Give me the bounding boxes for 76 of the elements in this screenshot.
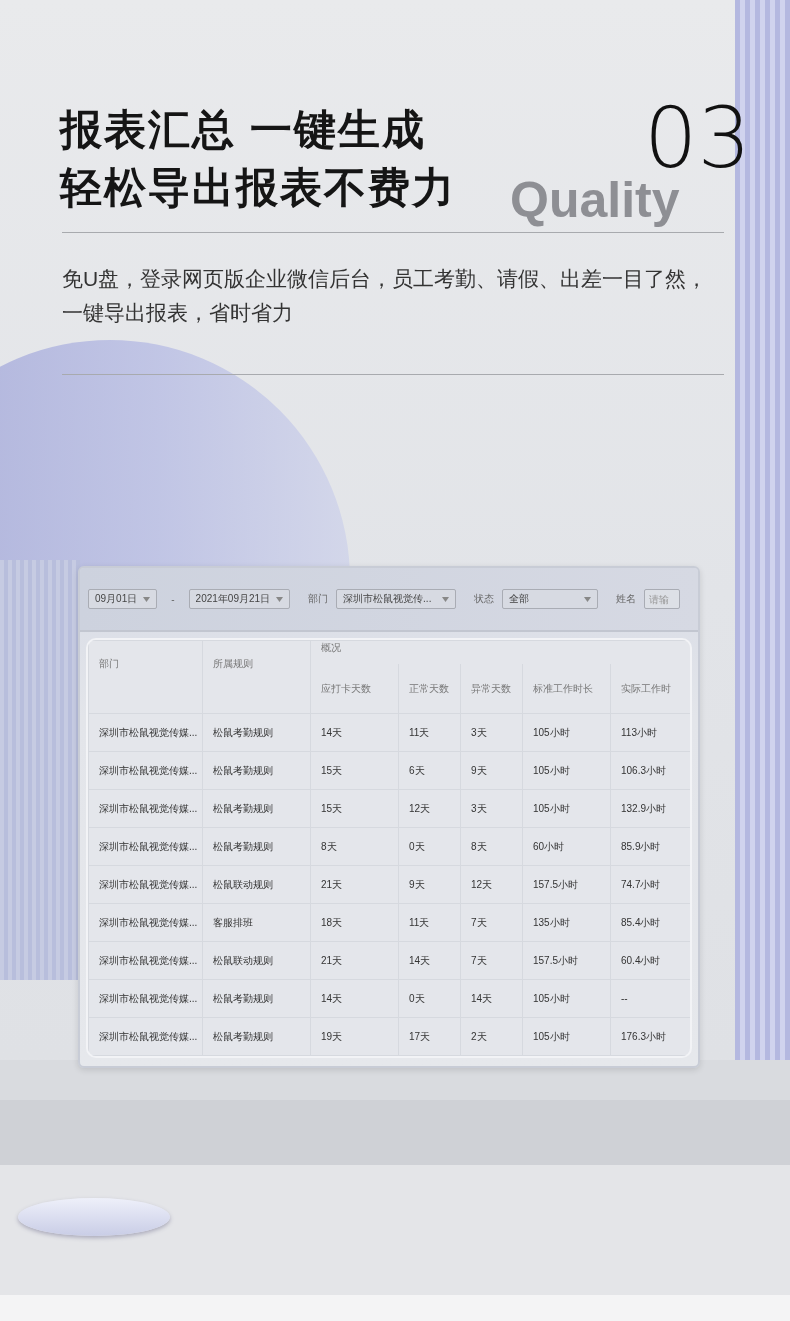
table-cell: 105小时 [522,979,611,1018]
table-cell: 松鼠考勤规则 [202,789,311,828]
table-cell: 深圳市松鼠视觉传媒... [88,751,203,790]
table-cell: 105小时 [522,1017,611,1056]
table-cell: 11天 [398,903,461,942]
column-header: 应打卡天数 [310,664,399,714]
table-cell: 21天 [310,865,399,904]
table-cell: 深圳市松鼠视觉传媒... [88,979,203,1018]
table-cell: 19天 [310,1017,399,1056]
table-cell: 3天 [460,789,523,828]
dropdown[interactable]: 2021年09月21日 [188,589,291,609]
table-cell: 105小时 [522,713,611,752]
table-cell: 135小时 [522,903,611,942]
dropdown[interactable]: 全部 [502,589,599,609]
table-cell: 8天 [460,827,523,866]
table-cell: 深圳市松鼠视觉传媒... [88,827,203,866]
table-cell: 15天 [310,789,399,828]
headline: 轻松导出报表不费力 [60,163,456,213]
table-cell: 0天 [398,827,461,866]
table-cell: 深圳市松鼠视觉传媒... [88,865,203,904]
table-cell: 18天 [310,903,399,942]
column-header: 异常天数 [460,664,523,714]
table-cell: 14天 [398,941,461,980]
dropdown[interactable]: 09月01日 [88,589,158,609]
caret-icon [143,596,151,602]
table-cell: 9天 [460,751,523,790]
date-separator: - [171,593,175,605]
table-cell: 7天 [460,903,523,942]
column-header: 所属规则 [202,640,311,714]
filter-label: 姓名 [616,592,637,606]
table-cell: 14天 [310,979,399,1018]
dropdown[interactable]: 深圳市松鼠视觉传... [336,589,457,609]
filter-label: 状态 [474,592,495,606]
name-field[interactable]: 请输 [644,589,681,609]
table-cell: 105小时 [522,789,611,828]
column-header: 标准工作时长 [522,664,611,714]
table-cell: 松鼠考勤规则 [202,713,311,752]
table-cell: 松鼠考勤规则 [202,751,311,790]
table-cell: 157.5小时 [522,865,611,904]
caret-icon [276,596,284,602]
table-cell: 21天 [310,941,399,980]
caret-icon [584,596,592,602]
table-cell: 2天 [460,1017,523,1056]
column-header: 部门 [88,640,203,714]
table-cell: 15天 [310,751,399,790]
headline: 报表汇总 一键生成 [60,105,427,155]
table-cell: 12天 [398,789,461,828]
caret-icon [442,596,450,602]
table-cell: 松鼠考勤规则 [202,827,311,866]
table-cell: 6天 [398,751,461,790]
table-cell: 12天 [460,865,523,904]
table-cell: 松鼠考勤规则 [202,979,311,1018]
table-cell: 9天 [398,865,461,904]
table-cell: 3天 [460,713,523,752]
table-cell: 客服排班 [202,903,311,942]
filter-label: 部门 [308,592,329,606]
table-cell: 11天 [398,713,461,752]
table-cell: 松鼠联动规则 [202,865,311,904]
table-cell: 60小时 [522,827,611,866]
table-cell: 深圳市松鼠视觉传媒... [88,713,203,752]
table-cell: 17天 [398,1017,461,1056]
table-cell: 157.5小时 [522,941,611,980]
table-cell: 深圳市松鼠视觉传媒... [88,941,203,980]
table-cell: 深圳市松鼠视觉传媒... [88,903,203,942]
table-cell: 松鼠考勤规则 [202,1017,311,1056]
table-cell: 105小时 [522,751,611,790]
table-cell: 14天 [310,713,399,752]
table-cell: 松鼠联动规则 [202,941,311,980]
description: 免U盘，登录网页版企业微信后台，员工考勤、请假、出差一目了然，一键导出报表，省时省力 [62,266,709,326]
column-header: 正常天数 [398,664,461,714]
table-cell: 深圳市松鼠视觉传媒... [88,1017,203,1056]
table-cell: 深圳市松鼠视觉传媒... [88,789,203,828]
table-cell: 0天 [398,979,461,1018]
table-cell: 14天 [460,979,523,1018]
table-cell: 8天 [310,827,399,866]
table-cell: 7天 [460,941,523,980]
